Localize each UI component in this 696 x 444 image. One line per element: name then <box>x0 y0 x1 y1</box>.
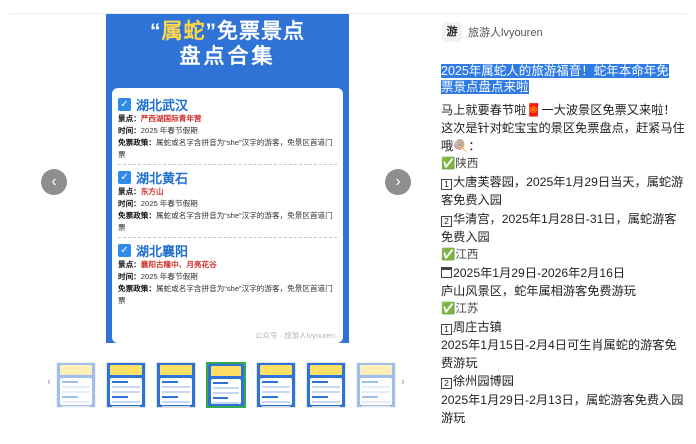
avatar[interactable]: 游 <box>442 22 462 42</box>
time-label: 时间： <box>118 272 141 281</box>
policy-label: 免票政策： <box>118 138 156 147</box>
calendar-icon <box>441 266 452 278</box>
author-name[interactable]: 旅游人lvyouren <box>468 24 543 40</box>
chevron-right-icon: › <box>401 376 405 388</box>
province-heading: ✅江西 <box>441 248 479 261</box>
thumbnail-prev-button[interactable]: ‹ <box>44 376 54 388</box>
policy-label: 免票政策： <box>118 211 156 220</box>
poster-section: ✓ 湖北武汉 景点：严西湖国际青年营 时间：2025 年春节假期 免票政策：属蛇或… <box>118 92 337 164</box>
title-highlight: 属蛇 <box>161 20 206 43</box>
check-icon: ✓ <box>118 243 131 257</box>
author-info[interactable]: 游 旅游人lvyouren <box>442 22 543 42</box>
list-item: 2 华清宫，2025年1月28日-31日，属蛇游客免费入园 <box>441 210 686 246</box>
spot-value: 严西湖国际青年营 <box>140 114 202 123</box>
list-item-text: 大唐芙蓉园，2025年1月29日当天，属蛇游客免费入园 <box>441 175 684 208</box>
province-heading: ✅陕西 <box>441 158 479 171</box>
time-label: 时间： <box>118 126 141 135</box>
time-value: 2025 年春节假期 <box>140 199 198 208</box>
poster-section: ✓ 湖北襄阳 景点：襄阳古隆中、月亮花谷 时间：2025 年春节假期 免票政策：属… <box>118 237 337 310</box>
list-item-text: 2025年1月29日-2月13日，属蛇游客免费入园游玩 <box>441 392 684 425</box>
title-rest: 免票景点 <box>217 20 305 43</box>
main-image[interactable]: “属蛇”免票景点 盘点合集 ✓ 湖北武汉 景点：严西湖国际青年营 时间：2025 … <box>106 14 349 343</box>
thumbnail-active[interactable] <box>206 362 246 408</box>
next-image-button[interactable]: › <box>385 169 411 195</box>
list-item-text: 庐山风景区，蛇年属相游客免费游玩 <box>441 283 636 298</box>
poster-card: ✓ 湖北武汉 景点：严西湖国际青年营 时间：2025 年春节假期 免票政策：属蛇或… <box>112 88 343 343</box>
post-body: 马上就要春节啦🧧一大波景区免票又来啦！这次是针对蛇宝宝的景区免票盘点，赶紧马住哦… <box>441 101 686 427</box>
poster-subtitle: 盘点合集 <box>179 44 276 68</box>
previous-image-button[interactable]: ‹ <box>41 169 67 195</box>
spot-value: 东方山 <box>140 187 164 196</box>
post-title: 2025年属蛇人的旅游福音！蛇年本命年免票景点盘点来啦 <box>441 63 681 95</box>
poster-title: “属蛇”免票景点 盘点合集 <box>106 14 349 70</box>
thumbnail[interactable] <box>156 362 196 408</box>
number-one-icon: 1 <box>441 324 452 336</box>
image-watermark: 公众号 · 旅游人lvyouren <box>254 331 335 340</box>
thumbnail[interactable] <box>356 362 396 408</box>
list-item: 2025年1月29日-2026年2月16日 <box>441 264 686 282</box>
poster-section: ✓ 湖北黄石 景点：东方山 时间：2025 年春节假期 免票政策：属蛇或名字含拼音… <box>118 164 337 237</box>
image-viewer: “属蛇”免票景点 盘点合集 ✓ 湖北武汉 景点：严西湖国际青年营 时间：2025 … <box>0 14 430 444</box>
chevron-left-icon: ‹ <box>47 376 51 388</box>
list-item-text: 华清宫，2025年1月28日-31日，属蛇游客免费入园 <box>441 211 677 244</box>
section-city: 湖北黄石 <box>136 170 189 186</box>
list-item-date: 2025年1月29日-2026年2月16日 <box>453 265 626 280</box>
thumbnail-strip: ‹ › <box>40 362 410 408</box>
time-value: 2025 年春节假期 <box>140 272 198 281</box>
title-quote-close: ” <box>205 20 217 43</box>
number-two-icon: 2 <box>441 215 452 227</box>
post-intro: 马上就要春节啦🧧一大波景区免票又来啦！这次是针对蛇宝宝的景区免票盘点，赶紧马住哦… <box>441 103 685 154</box>
thumbnail[interactable] <box>306 362 346 408</box>
section-city: 湖北武汉 <box>136 97 189 113</box>
number-two-icon: 2 <box>441 378 452 390</box>
list-item: 2 徐州园博园 <box>441 372 686 390</box>
thumbnail[interactable] <box>106 362 146 408</box>
post-title-text: 2025年属蛇人的旅游福音！蛇年本命年免票景点盘点来啦 <box>441 64 669 94</box>
title-quote-open: “ <box>150 20 162 43</box>
spot-label: 景点： <box>118 260 141 269</box>
spot-label: 景点： <box>118 187 141 196</box>
list-item: 1 周庄古镇 <box>441 318 686 336</box>
check-icon: ✓ <box>118 170 131 184</box>
thumbnail[interactable] <box>56 362 96 408</box>
list-item-text: 2025年1月15日-2月4日可生肖属蛇的游客免费游玩 <box>441 338 677 371</box>
check-icon: ✓ <box>118 97 131 111</box>
time-value: 2025 年春节假期 <box>140 126 198 135</box>
thumbnail[interactable] <box>256 362 296 408</box>
time-label: 时间： <box>118 199 141 208</box>
chevron-right-icon: › <box>395 173 401 190</box>
list-item-name: 周庄古镇 <box>453 320 502 335</box>
spot-label: 景点： <box>118 114 141 123</box>
number-one-icon: 1 <box>441 179 452 191</box>
thumbnail-next-button[interactable]: › <box>398 376 408 388</box>
list-item: 1 大唐芙蓉园，2025年1月29日当天，属蛇游客免费入园 <box>441 173 686 209</box>
province-heading: ✅江苏 <box>441 303 479 316</box>
section-city: 湖北襄阳 <box>136 243 189 259</box>
list-item-name: 徐州园博园 <box>453 374 514 389</box>
spot-value: 襄阳古隆中、月亮花谷 <box>140 260 217 269</box>
policy-label: 免票政策： <box>118 284 156 293</box>
chevron-left-icon: ‹ <box>51 173 57 190</box>
